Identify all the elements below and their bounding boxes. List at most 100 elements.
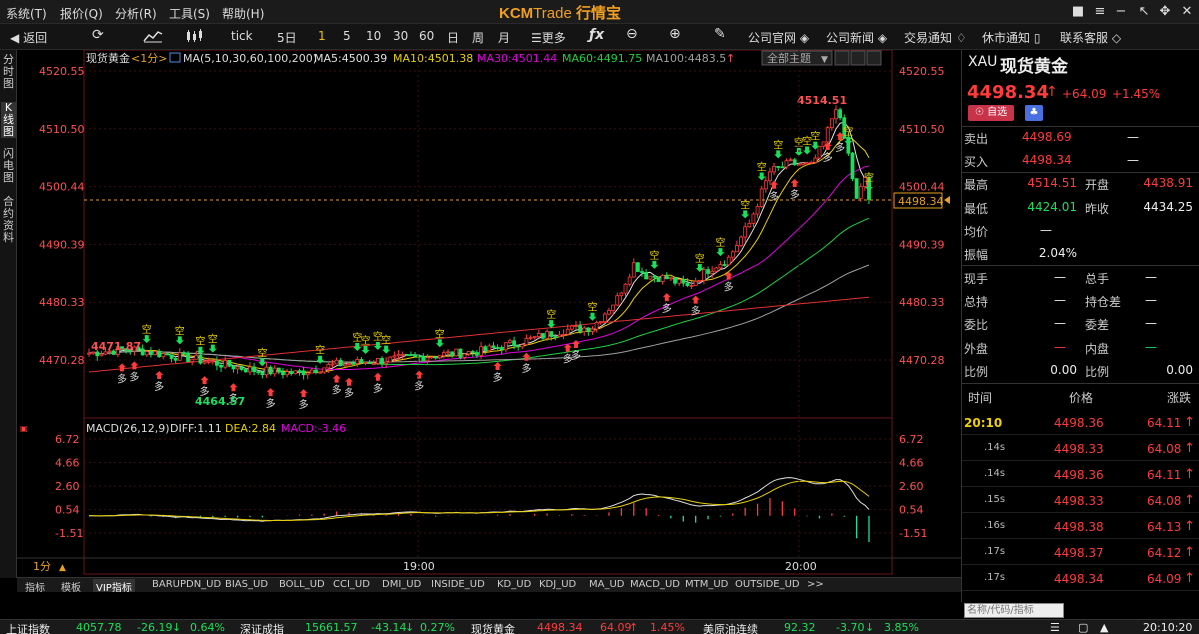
- zoom-out-icon[interactable]: ⊖: [626, 26, 638, 42]
- up-arrow-icon: [373, 372, 382, 381]
- search-input[interactable]: [964, 603, 1064, 618]
- down-arrow-icon: [316, 355, 325, 364]
- ticks-header-time: 时间: [968, 391, 993, 405]
- bid-volume: —: [1127, 153, 1139, 167]
- candle-body: [541, 333, 545, 339]
- candle-body: [446, 351, 450, 354]
- alert-bell-icon[interactable]: ♣: [1025, 105, 1043, 121]
- candle-body: [425, 357, 430, 362]
- tab-outside[interactable]: OUTSIDE_UD: [735, 579, 800, 590]
- status-name-2[interactable]: 现货黄金: [471, 621, 515, 634]
- tick-row: .14s 4498.36 64.11 ↑: [962, 463, 1199, 487]
- tab-macd[interactable]: MACD_UD: [630, 579, 680, 590]
- y-tick-label: 4490.39: [899, 238, 945, 251]
- candle-body: [421, 355, 426, 362]
- tab-more[interactable]: >>: [807, 579, 824, 590]
- shirt-icon[interactable]: ■: [1067, 3, 1089, 21]
- x-tick-1900: 19:00: [403, 560, 435, 573]
- watchlist-button[interactable]: ☉ 自选: [968, 105, 1014, 121]
- triangle-up-icon[interactable]: ▲: [59, 563, 66, 573]
- candle-body: [648, 275, 653, 280]
- menu-analysis[interactable]: 分析(R): [115, 5, 157, 22]
- tab-timeshare[interactable]: 分时图: [1, 54, 16, 90]
- candle-body: [652, 275, 657, 278]
- tab-mtm[interactable]: MTM_UD: [685, 579, 728, 590]
- status-name-3[interactable]: 美原油连续: [703, 621, 758, 634]
- macd-histogram: [100, 498, 870, 543]
- candle-body: [569, 325, 574, 330]
- period-5d[interactable]: 5日: [277, 29, 297, 46]
- period-month[interactable]: 月: [498, 29, 510, 46]
- period-5m[interactable]: 5: [343, 29, 351, 43]
- status-chg-0: -26.19: [137, 621, 173, 634]
- period-60m[interactable]: 60: [419, 29, 434, 43]
- pen-icon[interactable]: ✎: [714, 26, 726, 42]
- tab-ma[interactable]: MA_UD: [589, 579, 625, 590]
- candle-body: [553, 336, 558, 338]
- long-signal: 多: [724, 281, 734, 294]
- menu-quote[interactable]: 报价(Q): [60, 5, 103, 22]
- panel-tab-2[interactable]: [850, 50, 866, 66]
- back-button[interactable]: ◀ 返回: [10, 29, 47, 46]
- menu-help[interactable]: 帮助(H): [222, 5, 264, 22]
- tab-contract-info[interactable]: 合约资料: [1, 196, 16, 244]
- tick-row: .15s 4498.33 64.08 ↑: [962, 489, 1199, 513]
- tab-bias[interactable]: BIAS_UD: [225, 579, 268, 590]
- period-week[interactable]: 周: [472, 29, 484, 46]
- panel-tab-1[interactable]: [834, 50, 850, 66]
- candle-body: [520, 344, 525, 348]
- down-arrow-icon: [803, 146, 812, 155]
- candle-icon[interactable]: [185, 29, 205, 46]
- minimize-icon[interactable]: −: [1110, 3, 1132, 21]
- tab-kdj[interactable]: KDJ_UD: [539, 579, 576, 590]
- down-arrow-icon: [794, 148, 803, 157]
- trade-notice-button[interactable]: 交易通知 ♢: [904, 29, 967, 46]
- maximize-icon[interactable]: ✥: [1154, 3, 1176, 21]
- up-arrow-icon: ↑: [1184, 415, 1195, 430]
- y-tick-label: 4520.55: [39, 65, 85, 78]
- contact-support-button[interactable]: 联系客服 ◇: [1060, 29, 1121, 46]
- market-closed-notice-button[interactable]: 休市通知 ▯: [982, 29, 1040, 46]
- tab-kline[interactable]: K线图: [1, 102, 16, 138]
- panel-tab-3[interactable]: [866, 50, 882, 66]
- tick-time: .17s: [984, 546, 1006, 557]
- more-button[interactable]: ☰更多: [531, 29, 566, 46]
- menu-system[interactable]: 系统(T): [6, 5, 47, 22]
- outer-label: 外盘: [964, 342, 989, 356]
- tab-flash[interactable]: 闪电图: [1, 148, 16, 184]
- company-site-button[interactable]: 公司官网 ◈: [748, 29, 809, 46]
- period-10m[interactable]: 10: [366, 29, 381, 43]
- menu-tools[interactable]: 工具(S): [169, 5, 210, 22]
- line-chart-icon[interactable]: [143, 29, 163, 46]
- macd-settings-icon[interactable]: ▣: [20, 424, 28, 433]
- tab-barupdn[interactable]: BARUPDN_UD: [152, 579, 221, 590]
- candle-body: [792, 159, 797, 166]
- close-icon[interactable]: ✕: [1176, 3, 1198, 21]
- candle-body: [206, 360, 211, 363]
- tab-kd[interactable]: KD_UD: [497, 579, 531, 590]
- refresh-icon[interactable]: ⟳: [92, 27, 104, 43]
- tab-inside[interactable]: INSIDE_UD: [431, 579, 485, 590]
- candle-body: [776, 166, 781, 168]
- period-1m[interactable]: 1: [318, 29, 326, 43]
- formula-icon[interactable]: ƒx: [589, 27, 604, 43]
- status-name-0[interactable]: 上证指数: [6, 621, 50, 634]
- candle-body: [309, 369, 314, 374]
- period-indicator[interactable]: 1分: [33, 560, 51, 573]
- tab-cci[interactable]: CCI_UD: [333, 579, 370, 590]
- restore-icon[interactable]: ↖: [1133, 3, 1155, 21]
- watchlist-label: 自选: [987, 107, 1008, 118]
- tab-boll[interactable]: BOLL_UD: [279, 579, 325, 590]
- up-arrow-icon: [200, 376, 209, 385]
- candle-body: [334, 359, 339, 365]
- zoom-in-icon[interactable]: ⊕: [669, 26, 681, 42]
- menu-icon[interactable]: ≡: [1089, 3, 1111, 21]
- price-chart[interactable]: 4520.55 4510.50 4500.44 4490.39 4480.33 4470.…: [17, 50, 961, 577]
- period-30m[interactable]: 30: [393, 29, 408, 43]
- status-name-1[interactable]: 深证成指: [240, 621, 284, 634]
- period-tick[interactable]: tick: [231, 29, 253, 43]
- ma-settings-icon[interactable]: [169, 52, 181, 63]
- period-day[interactable]: 日: [447, 29, 459, 46]
- tab-dmi[interactable]: DMI_UD: [382, 579, 421, 590]
- company-news-button[interactable]: 公司新闻 ◈: [826, 29, 887, 46]
